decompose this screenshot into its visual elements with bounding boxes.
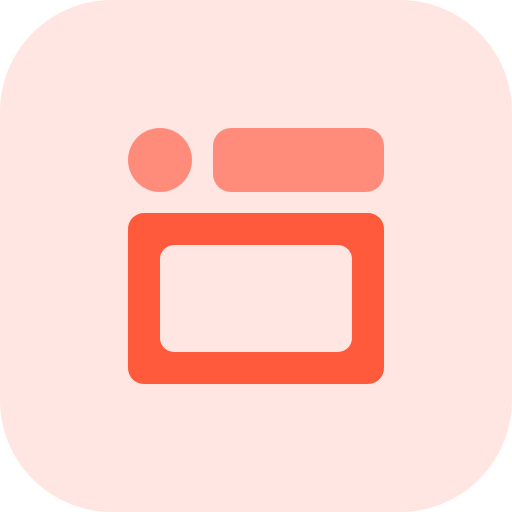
control-panel-display: [213, 128, 384, 192]
oven-icon: [0, 0, 512, 512]
control-knob: [128, 128, 192, 192]
oven-app-icon: [0, 0, 512, 512]
oven-door-window: [160, 245, 352, 352]
